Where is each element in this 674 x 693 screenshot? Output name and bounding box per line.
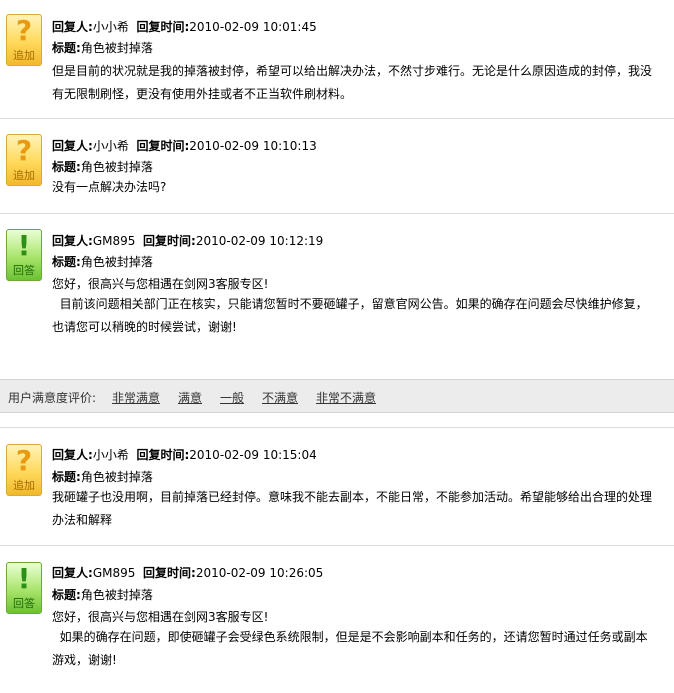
title-text: 角色被封掉落: [80, 160, 153, 174]
title-text: 角色被封掉落: [80, 41, 153, 55]
reply-time: 2010-02-09 10:26:05: [195, 566, 324, 580]
replier-label: 回复人:: [52, 566, 93, 580]
replier-name: 小小希: [92, 20, 129, 34]
reply-title: 标题:角色被封掉落: [52, 254, 654, 270]
replier-label: 回复人:: [52, 448, 93, 462]
replier-label: 回复人:: [52, 139, 93, 153]
survey-label: 用户满意度评价:: [8, 391, 97, 405]
icon-caption: 追加: [13, 169, 35, 182]
question-mark-glyph: ?: [15, 134, 33, 167]
answer-icon: ! 回答: [6, 229, 42, 281]
replier-label: 回复人:: [52, 20, 93, 34]
rating-very-satisfied-link[interactable]: 非常满意: [112, 389, 160, 406]
answer-icon: ! 回答: [6, 562, 42, 614]
reply-meta: 回复人:GM895 回复时间:2010-02-09 10:12:19: [52, 233, 654, 249]
replier-name: 小小希: [92, 448, 129, 462]
title-label: 标题:: [52, 470, 81, 484]
title-label: 标题:: [52, 255, 81, 269]
rating-very-unsatisfied-link[interactable]: 非常不满意: [316, 389, 376, 406]
icon-caption: 追加: [13, 479, 35, 492]
title-text: 角色被封掉落: [80, 588, 153, 602]
reply-time: 2010-02-09 10:01:45: [189, 20, 317, 34]
reply-content: 我砸罐子也没用啊，目前掉落已经封停。意味我不能去副本，不能日常，不能参加活动。希…: [52, 490, 653, 527]
reply-meta: 回复人:小小希 回复时间:2010-02-09 10:15:04: [52, 447, 654, 463]
reply-entry-1: ? 追加 回复人:小小希 回复时间:2010-02-09 10:01:45 标题…: [0, 0, 674, 118]
satisfaction-survey-bar: 用户满意度评价: 非常满意 满意 一般 不满意 非常不满意: [0, 379, 674, 413]
replier-name: GM895: [92, 566, 136, 580]
reply-time-label: 回复时间:: [136, 20, 190, 34]
reply-entry-2: ? 追加 回复人:小小希 回复时间:2010-02-09 10:10:13 标题…: [0, 118, 674, 214]
reply-entry-3: ! 回答 回复人:GM895 回复时间:2010-02-09 10:12:19 …: [0, 213, 674, 380]
replier-label: 回复人:: [52, 234, 93, 248]
reply-time: 2010-02-09 10:12:19: [195, 234, 324, 248]
reply-entry-4: ? 追加 回复人:小小希 回复时间:2010-02-09 10:15:04 标题…: [0, 427, 674, 546]
replier-name: 小小希: [92, 139, 129, 153]
reply-time-label: 回复时间:: [136, 139, 190, 153]
replier-name: GM895: [92, 234, 136, 248]
question-mark-glyph: ?: [15, 444, 33, 477]
title-label: 标题:: [52, 160, 81, 174]
reply-time-label: 回复时间:: [143, 566, 196, 580]
rating-neutral-link[interactable]: 一般: [220, 389, 244, 406]
rating-satisfied-link[interactable]: 满意: [178, 389, 202, 406]
icon-caption: 回答: [13, 597, 35, 610]
reply-content: 但是目前的状况就是我的掉落被封停，希望可以给出解决办法，不然寸步难行。无论是什么…: [52, 64, 653, 101]
title-label: 标题:: [52, 41, 81, 55]
title-text: 角色被封掉落: [80, 470, 153, 484]
exclamation-glyph: !: [17, 229, 31, 262]
reply-content: 如果的确存在问题，即使砸罐子会受绿色系统限制，但是是不会影响副本和任务的，还请您…: [52, 630, 648, 667]
reply-title: 标题:角色被封掉落: [52, 159, 654, 175]
reply-greeting: 您好，很高兴与您相遇在剑网3客服专区!: [52, 277, 269, 291]
question-append-icon: ? 追加: [6, 444, 42, 496]
reply-time-label: 回复时间:: [143, 234, 196, 248]
reply-content: 目前该问题相关部门正在核实，只能请您暂时不要砸罐子，留意官网公告。如果的确存在问…: [52, 297, 648, 334]
question-append-icon: ? 追加: [6, 14, 42, 66]
title-label: 标题:: [52, 588, 81, 602]
reply-greeting: 您好，很高兴与您相遇在剑网3客服专区!: [52, 610, 269, 624]
icon-caption: 回答: [13, 264, 35, 277]
rating-unsatisfied-link[interactable]: 不满意: [262, 389, 298, 406]
reply-entry-5: ! 回答 回复人:GM895 回复时间:2010-02-09 10:26:05 …: [0, 545, 674, 693]
question-mark-glyph: ?: [15, 14, 33, 47]
reply-title: 标题:角色被封掉落: [52, 469, 654, 485]
reply-meta: 回复人:小小希 回复时间:2010-02-09 10:01:45: [52, 19, 654, 35]
reply-meta: 回复人:GM895 回复时间:2010-02-09 10:26:05: [52, 565, 654, 581]
reply-time: 2010-02-09 10:10:13: [189, 139, 317, 153]
icon-caption: 追加: [13, 49, 35, 62]
reply-time: 2010-02-09 10:15:04: [189, 448, 317, 462]
exclamation-glyph: !: [17, 562, 31, 595]
reply-meta: 回复人:小小希 回复时间:2010-02-09 10:10:13: [52, 138, 654, 154]
title-text: 角色被封掉落: [80, 255, 153, 269]
reply-content: 没有一点解决办法吗?: [52, 180, 167, 194]
reply-title: 标题:角色被封掉落: [52, 587, 654, 603]
reply-title: 标题:角色被封掉落: [52, 40, 654, 56]
question-append-icon: ? 追加: [6, 134, 42, 186]
reply-time-label: 回复时间:: [136, 448, 190, 462]
